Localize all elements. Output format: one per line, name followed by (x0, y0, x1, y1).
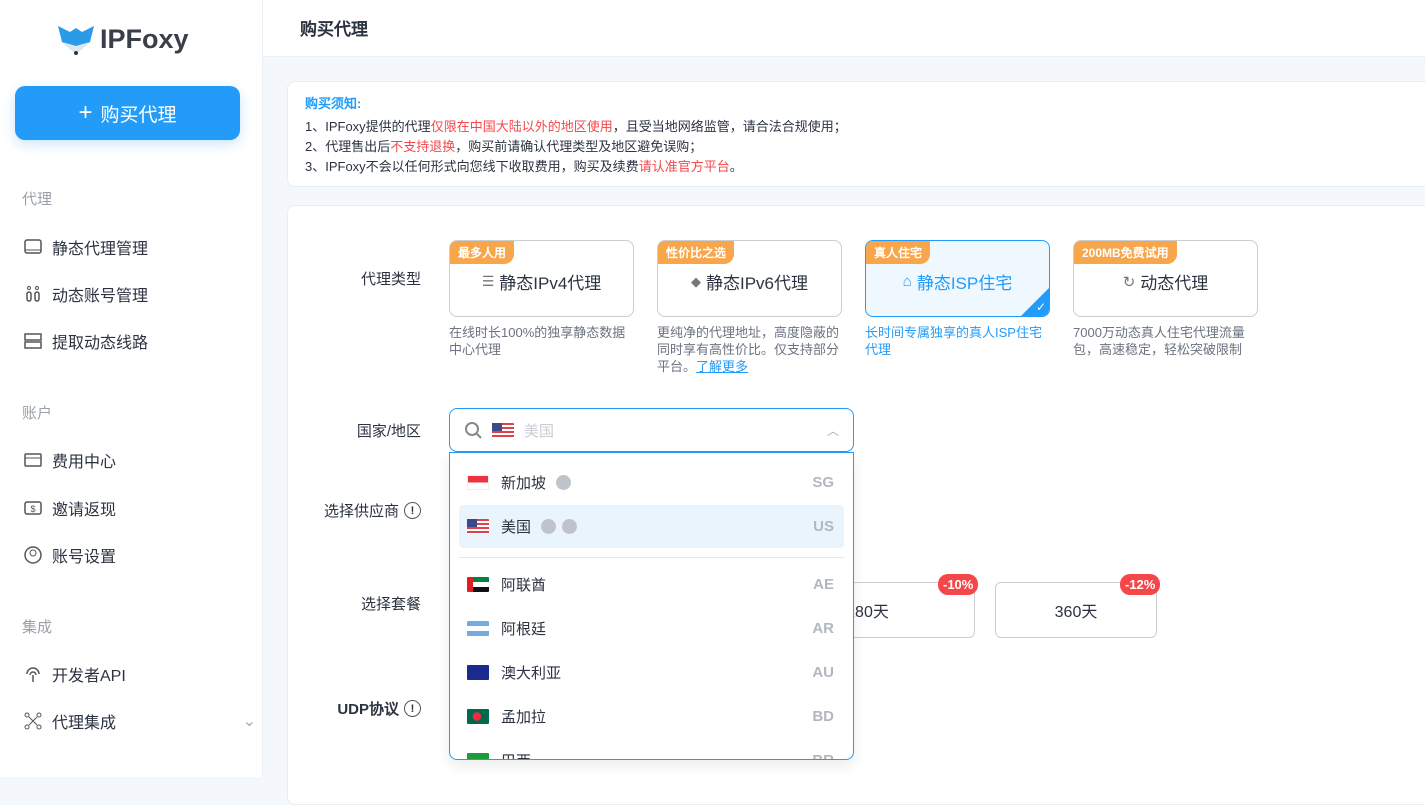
proxy-type-ipv6[interactable]: 性价比之选 ◆ 静态IPv6代理 (657, 240, 842, 317)
sidebar-item-extract-lines[interactable]: 提取动态线路 (24, 329, 148, 353)
discount-badge: -10% (938, 574, 979, 595)
chevron-up-icon[interactable]: ︿ (827, 422, 839, 439)
flag-us-icon (492, 422, 514, 438)
country-label: 国家/地区 (356, 423, 421, 440)
server-icon (24, 333, 42, 349)
flag-bd-icon (467, 709, 489, 724)
dollar-icon: $ (24, 501, 42, 515)
sidebar-item-billing[interactable]: 费用中心 (24, 448, 116, 472)
proxy-type-ipv4[interactable]: 最多人用 ☰ 静态IPv4代理 (449, 240, 634, 317)
plan-label: 选择套餐 (360, 596, 421, 613)
sidebar: IPFoxy + 购买代理 代理 静态代理管理 动态账号管理 提取动态线路 账户 … (0, 0, 263, 777)
home-icon: ⌂ (902, 273, 912, 290)
fire-icon (562, 519, 578, 534)
section-label: 集成 (22, 619, 53, 636)
learn-more-link[interactable]: 了解更多 (696, 359, 748, 374)
country-select[interactable]: 美国 ︿ (449, 408, 854, 452)
divider (459, 557, 844, 558)
proxy-type-dynamic[interactable]: 200MB免费试用 ↻ 动态代理 (1073, 240, 1258, 317)
proxy-type-desc: 在线时长100%的独享静态数据中心代理 (449, 325, 626, 357)
integration-icon (24, 712, 42, 730)
proxy-type-desc: 更纯净的代理地址，高度隐蔽的同时享有高性价比。仅支持部分平台。了解更多 (657, 325, 840, 374)
proxy-type-isp[interactable]: 真人住宅 ⌂ 静态ISP住宅 ✓ (865, 240, 1050, 317)
flag-ar-icon (467, 621, 489, 636)
proxy-type-label: 代理类型 (360, 271, 421, 288)
flag-au-icon (467, 665, 489, 680)
info-icon[interactable]: ! (404, 502, 421, 519)
search-icon (465, 422, 482, 439)
check-icon: ✓ (1035, 300, 1046, 314)
user-icon (24, 546, 42, 564)
udp-label: UDP协议! (281, 698, 421, 719)
page-header: 购买代理 (263, 0, 1425, 57)
discount-badge: -12% (1120, 574, 1161, 595)
refresh-icon: ↻ (1122, 273, 1136, 291)
country-option-br[interactable]: 巴西BR (459, 739, 844, 759)
flag-ae-icon (467, 577, 489, 592)
clock-icon (541, 519, 557, 534)
clock-icon (556, 475, 572, 490)
proxy-type-desc: 长时间专属独享的真人ISP住宅代理 (865, 325, 1042, 357)
fox-logo-icon (58, 26, 94, 55)
signal-icon (26, 667, 40, 682)
flag-sg-icon (467, 475, 489, 490)
sidebar-item-static-proxy[interactable]: 静态代理管理 (24, 235, 148, 259)
notice-line: 2、代理售出后不支持退换，购买前请确认代理类型及地区避免误购； (305, 139, 703, 154)
flag-br-icon (467, 753, 489, 759)
server-icon: ☰ (481, 273, 495, 289)
notice-line: 3、IPFoxy不会以任何形式向您线下收取费用，购买及续费请认准官方平台。 (305, 159, 743, 174)
plus-icon: + (78, 99, 93, 126)
chevron-down-icon[interactable]: ⌄ (243, 711, 256, 731)
sidebar-item-account-settings[interactable]: 账号设置 (24, 543, 116, 567)
monitor-icon (24, 239, 42, 254)
flag-us-icon (467, 519, 489, 534)
country-option-us[interactable]: 美国 US (459, 505, 844, 548)
country-search-input[interactable]: 美国 (524, 420, 554, 441)
sidebar-item-referral[interactable]: $ 邀请返现 (24, 496, 116, 520)
page-title: 购买代理 (300, 20, 368, 39)
layers-icon: ◆ (690, 273, 701, 289)
logo[interactable]: IPFoxy (56, 22, 189, 56)
section-label: 代理 (22, 191, 53, 208)
country-option-au[interactable]: 澳大利亚 AU (459, 651, 844, 694)
purchase-notice: 购买须知: 1、IPFoxy提供的代理仅限在中国大陆以外的地区使用，且受当地网络… (287, 81, 1425, 187)
country-option-ae[interactable]: 阿联酋 AE (459, 563, 844, 606)
section-label: 账户 (22, 405, 53, 422)
country-dropdown: 新加坡SG 美国US 阿联酋AE 阿根廷AR 澳大利亚AU 孟加拉BD 巴西BR (449, 452, 854, 760)
card-icon (24, 453, 42, 467)
info-icon[interactable]: ! (404, 700, 421, 717)
sidebar-item-dynamic-account[interactable]: 动态账号管理 (24, 282, 148, 306)
accounts-icon (26, 286, 40, 302)
sidebar-item-developer-api[interactable]: 开发者API (24, 662, 126, 686)
country-option-sg[interactable]: 新加坡 SG (459, 461, 844, 504)
provider-label: 选择供应商! (281, 500, 421, 521)
country-option-ar[interactable]: 阿根廷 AR (459, 607, 844, 650)
notice-line: 1、IPFoxy提供的代理仅限在中国大陆以外的地区使用，且受当地网络监管，请合法… (305, 119, 847, 134)
sidebar-item-proxy-integration[interactable]: 代理集成 ⌄ (24, 709, 256, 733)
svg-text:$: $ (30, 504, 35, 514)
notice-title: 购买须知: (305, 96, 362, 111)
proxy-type-desc: 7000万动态真人住宅代理流量包，高速稳定，轻松突破限制 (1073, 325, 1245, 357)
country-option-bd[interactable]: 孟加拉 BD (459, 695, 844, 738)
buy-proxy-button[interactable]: + 购买代理 (15, 86, 240, 140)
